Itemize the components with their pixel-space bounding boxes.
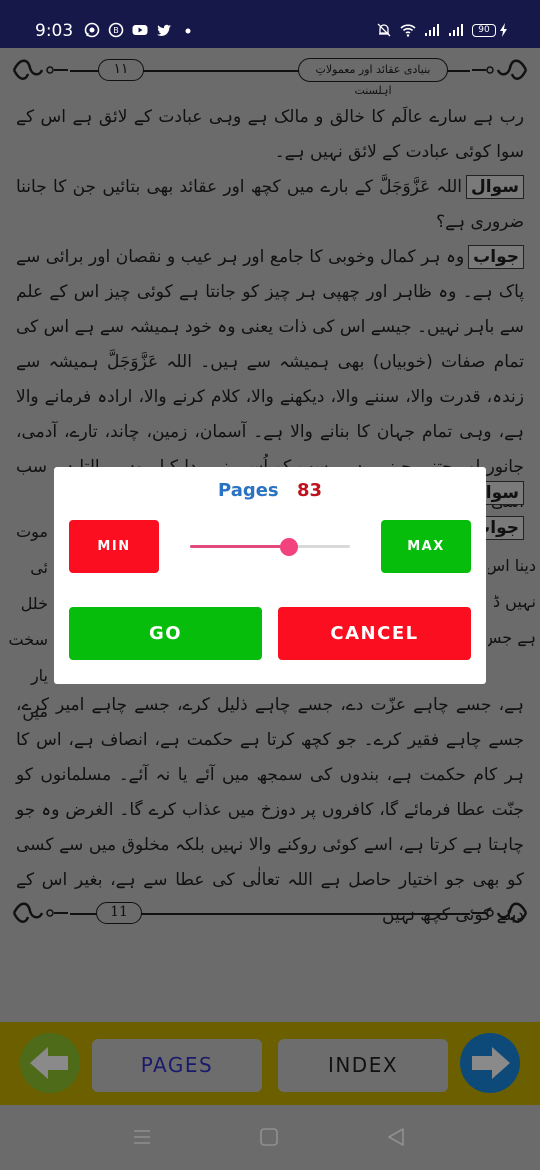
text-fragment: موت xyxy=(16,522,48,541)
whatsapp-business-icon: B xyxy=(108,22,124,38)
signal-icon xyxy=(425,24,439,36)
youtube-icon xyxy=(132,25,148,35)
twitter-icon xyxy=(157,24,171,36)
back-icon[interactable] xyxy=(386,1127,406,1152)
slider-fill xyxy=(190,545,290,548)
mute-bell-icon xyxy=(377,23,391,37)
hidden-lines-right-fragments: دینا اس نہیں ڈ ہے جس xyxy=(488,548,536,656)
page-footer-ornament: 11 xyxy=(10,893,530,933)
slider-thumb[interactable] xyxy=(280,538,299,556)
text-fragment: دینا اس xyxy=(488,556,536,575)
home-icon[interactable] xyxy=(259,1127,279,1152)
arrow-left-icon xyxy=(30,1047,68,1079)
menu-icon[interactable] xyxy=(132,1127,152,1152)
pages-label: Pages xyxy=(217,480,279,501)
answer-label: جواب xyxy=(468,245,524,269)
question-text: اللہ عَزَّوَجَلَّ کے بارے میں کچھ اور عق… xyxy=(16,177,524,232)
text-fragment: نہیں ڈ xyxy=(492,592,536,611)
selected-page-value: 83 xyxy=(296,480,322,501)
next-page-button[interactable] xyxy=(460,1033,520,1093)
flourish-ornament-icon xyxy=(12,902,68,923)
system-navigation-bar xyxy=(0,1105,540,1170)
dialog-title: Pages 83 xyxy=(54,480,486,501)
flourish-ornament-icon xyxy=(472,59,528,80)
status-time: 9:03 xyxy=(35,21,74,41)
text-fragment: ئی خلل xyxy=(20,558,48,613)
pages-button[interactable]: PAGES xyxy=(92,1039,262,1092)
charging-icon xyxy=(500,23,507,37)
arrow-right-icon xyxy=(472,1047,510,1079)
min-button[interactable]: MIN xyxy=(69,520,159,573)
max-button[interactable]: MAX xyxy=(381,520,471,573)
wifi-icon xyxy=(400,24,416,37)
text-fragment: ہے جس xyxy=(488,628,536,647)
page-number: ١١ xyxy=(98,59,144,81)
footer-page-number: 11 xyxy=(96,902,142,924)
cancel-button[interactable]: CANCEL xyxy=(278,607,471,660)
go-button[interactable]: GO xyxy=(69,607,262,660)
book-title: بنیادی عقائد اور معمولاتِ اہلسنت xyxy=(298,58,448,97)
page-header-ornament: ١١ بنیادی عقائد اور معمولاتِ اہلسنت xyxy=(10,50,530,97)
page-slider[interactable] xyxy=(190,537,350,557)
signal-icon xyxy=(449,24,463,36)
index-button[interactable]: INDEX xyxy=(278,1039,448,1092)
whatsapp-icon xyxy=(84,22,100,38)
question-label: سوال xyxy=(466,175,524,199)
question-paragraph: سوالاللہ عَزَّوَجَلَّ کے بارے میں کچھ او… xyxy=(16,170,524,240)
svg-text:B: B xyxy=(113,26,119,35)
previous-page-button[interactable] xyxy=(20,1033,80,1093)
paragraph: رب ہے سارے عالَم کا خالق و مالک ہے وہی ع… xyxy=(16,107,524,162)
flourish-ornament-icon xyxy=(472,902,528,923)
flourish-ornament-icon xyxy=(12,59,68,80)
notification-dot-icon xyxy=(185,28,191,34)
bottom-navigation-bar: PAGES INDEX xyxy=(0,1022,540,1105)
status-bar: 9:03 B 90 xyxy=(0,0,540,48)
text-fragment: سخت xyxy=(8,630,48,649)
page-picker-dialog: Pages 83 MIN MAX GO CANCEL xyxy=(54,467,486,684)
page-text-upper: رب ہے سارے عالَم کا خالق و مالک ہے وہی ع… xyxy=(16,100,524,520)
battery-indicator: 90 xyxy=(472,23,496,37)
